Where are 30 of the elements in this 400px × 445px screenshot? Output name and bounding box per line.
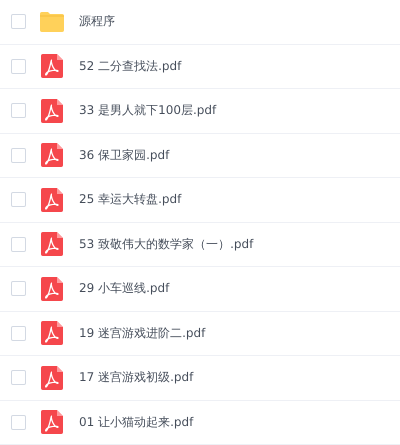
checkbox[interactable] [11, 414, 26, 430]
pdf-icon [41, 366, 63, 390]
checkbox[interactable] [11, 14, 26, 30]
file-name[interactable]: 17 迷宫游戏初级.pdf [79, 369, 194, 386]
file-name[interactable]: 01 让小猫动起来.pdf [79, 414, 194, 431]
checkbox[interactable] [11, 192, 26, 208]
pdf-icon [41, 410, 63, 434]
file-name[interactable]: 36 保卫家园.pdf [79, 146, 170, 164]
pdf-icon [41, 321, 63, 346]
checkbox[interactable] [11, 326, 26, 341]
file-name[interactable]: 29 小车巡线.pdf [79, 280, 170, 298]
file-name[interactable]: 19 迷宫游戏进阶二.pdf [79, 324, 206, 342]
pdf-icon [41, 54, 63, 78]
pdf-icon [41, 188, 63, 212]
checkbox[interactable] [11, 58, 26, 74]
checkbox[interactable] [11, 281, 26, 296]
file-name[interactable]: 源程序 [79, 13, 115, 30]
pdf-icon [41, 98, 63, 123]
pdf-icon [41, 276, 63, 301]
file-name[interactable]: 53 致敬伟大的数学家（一）.pdf [79, 236, 254, 253]
pdf-icon [41, 232, 63, 256]
checkbox[interactable] [11, 236, 26, 252]
file-name[interactable]: 33 是男人就下100层.pdf [79, 102, 216, 120]
checkbox[interactable] [11, 148, 26, 163]
checkbox[interactable] [11, 103, 26, 118]
checkbox[interactable] [11, 370, 26, 386]
file-name[interactable]: 25 幸运大转盘.pdf [79, 191, 182, 208]
pdf-icon [41, 143, 63, 168]
folder-icon [39, 12, 65, 32]
file-name[interactable]: 52 二分查找法.pdf [79, 58, 182, 75]
